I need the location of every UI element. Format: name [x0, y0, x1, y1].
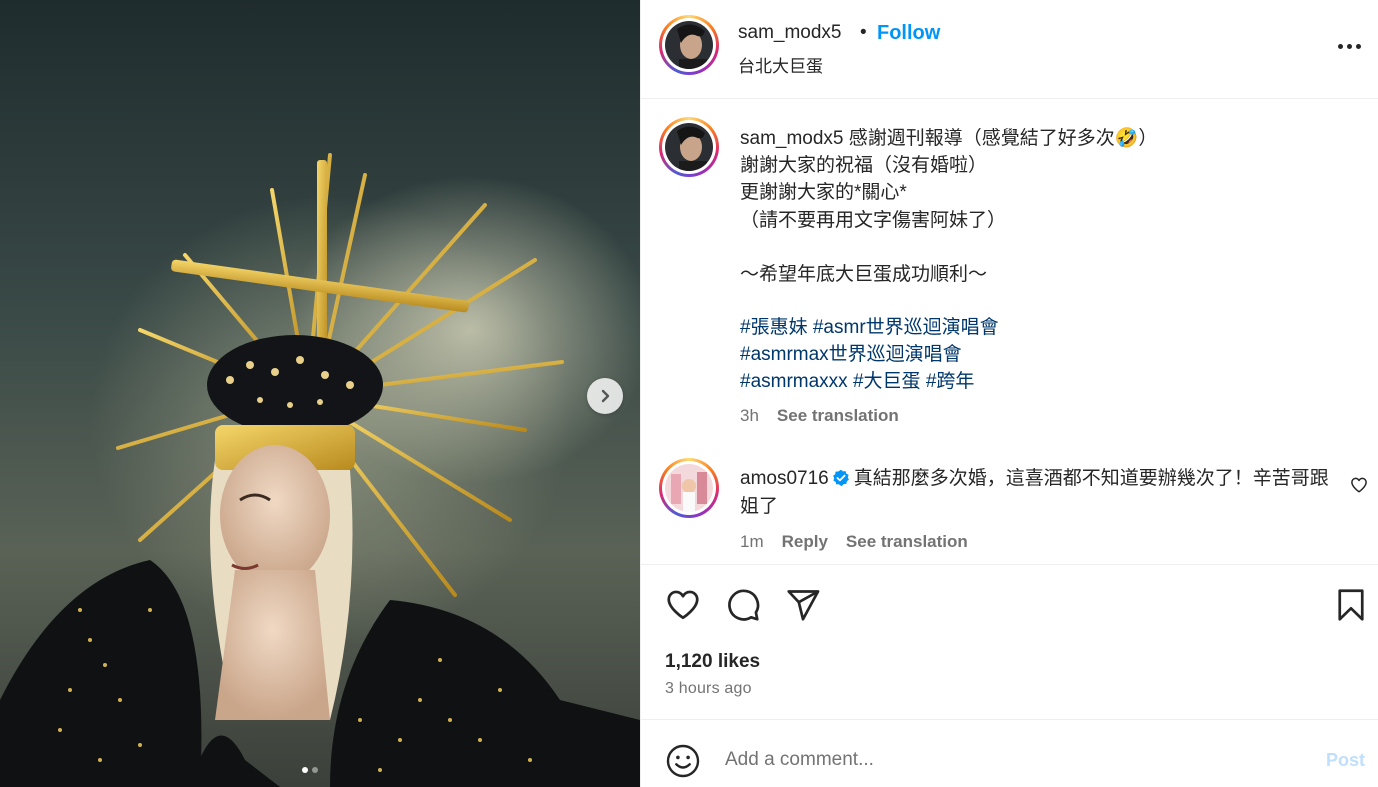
carousel-indicator [302, 767, 318, 773]
comment-reply-button[interactable]: Reply [782, 532, 828, 552]
like-heart-icon[interactable] [665, 587, 701, 623]
comment-text-block: amos0716 真結那麼多次婚，這喜酒都不知道要辦幾次了！辛苦哥跟姐了 [740, 465, 1340, 520]
comment-like-heart-icon[interactable] [1350, 476, 1368, 494]
save-bookmark-icon[interactable] [1333, 587, 1369, 623]
author-avatar[interactable] [659, 15, 719, 75]
chevron-right-icon [601, 389, 610, 403]
caption-meta: 3h See translation [740, 406, 899, 426]
commenter-avatar-image [665, 464, 713, 512]
share-send-icon[interactable] [785, 587, 821, 623]
author-avatar-image [665, 21, 713, 69]
comment-bubble-icon[interactable] [725, 587, 761, 623]
header-separator: • [860, 22, 867, 43]
emoji-smiley-icon[interactable] [665, 743, 701, 779]
carousel-next-button[interactable] [587, 378, 623, 414]
carousel-dot [312, 767, 318, 773]
likes-count[interactable]: 1,120 likes [665, 651, 760, 673]
carousel-dot-active [302, 767, 308, 773]
caption-username[interactable]: sam_modx5 [740, 128, 844, 149]
caption-avatar[interactable] [659, 117, 719, 177]
post-actions-section: 1,120 likes 3 hours ago [641, 564, 1378, 720]
hashtag-link[interactable]: #asmr世界巡迴演唱會 [813, 317, 999, 338]
hashtag-link[interactable]: #asmrmax世界巡迴演唱會 [740, 344, 962, 365]
hashtag-link[interactable]: #asmrmaxxx [740, 371, 848, 392]
follow-button[interactable]: Follow [877, 22, 940, 45]
caption-timestamp[interactable]: 3h [740, 406, 759, 426]
caption-text-block: sam_modx5 感謝週刊報導（感覺結了好多次🤣） 謝謝大家的祝福（沒有婚啦）… [740, 125, 1350, 288]
post-side-panel: sam_modx5 • Follow 台北大巨蛋 sam_modx5 感謝週刊報… [640, 0, 1378, 787]
caption-see-translation-button[interactable]: See translation [777, 406, 899, 426]
add-comment-bar: Post [641, 721, 1378, 787]
post-header: sam_modx5 • Follow 台北大巨蛋 [641, 0, 1378, 99]
hashtag-link[interactable]: #跨年 [926, 371, 975, 392]
caption-avatar-image [665, 123, 713, 171]
post-comment-button[interactable]: Post [1326, 750, 1365, 771]
post-location[interactable]: 台北大巨蛋 [738, 52, 823, 77]
commenter-avatar[interactable] [659, 458, 719, 518]
post-photo[interactable] [0, 0, 640, 787]
hashtag-link[interactable]: #大巨蛋 [853, 371, 921, 392]
comment-see-translation-button[interactable]: See translation [846, 532, 968, 552]
caption-text: 感謝週刊報導（感覺結了好多次🤣） 謝謝大家的祝福（沒有婚啦） 更謝謝大家的*關心… [740, 128, 1158, 286]
more-options-icon[interactable] [1335, 36, 1363, 56]
post-time-ago[interactable]: 3 hours ago [665, 680, 752, 698]
verified-badge-icon [832, 469, 849, 486]
caption-hashtags: #張惠妹 #asmr世界巡迴演唱會 #asmrmax世界巡迴演唱會 #asmrm… [740, 314, 1350, 396]
commenter-username[interactable]: amos0716 [740, 468, 829, 489]
add-comment-input[interactable] [725, 743, 1285, 777]
author-username[interactable]: sam_modx5 [738, 22, 842, 44]
photo-artwork [0, 153, 640, 787]
comment-meta: 1m Reply See translation [740, 532, 968, 552]
comment-timestamp[interactable]: 1m [740, 532, 764, 552]
hashtag-link[interactable]: #張惠妹 [740, 317, 808, 338]
